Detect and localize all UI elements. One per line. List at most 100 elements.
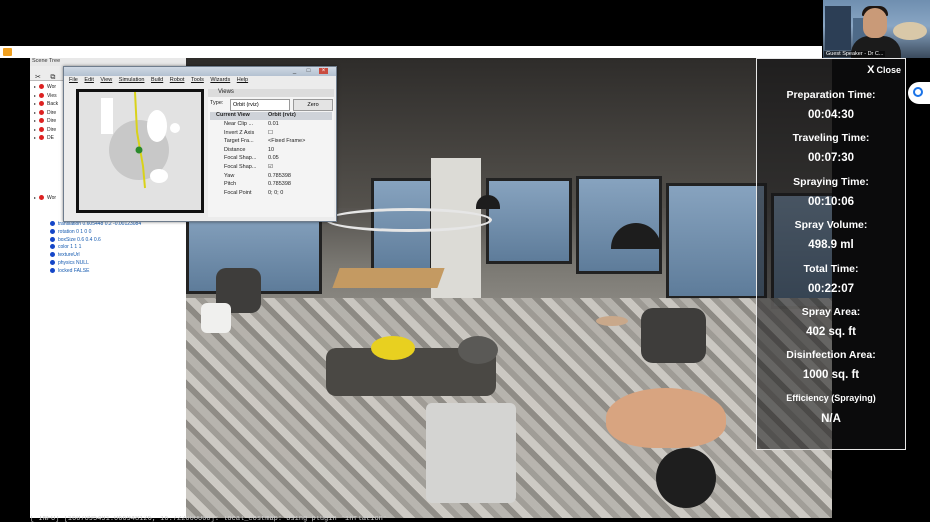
rviz-window[interactable]: _ □ × File Edit View Simulation Build Ro… [63, 66, 337, 222]
node-dot-icon [39, 126, 44, 132]
node-label: Dire [47, 109, 57, 116]
webcam-background-building [825, 6, 851, 50]
console-log-line: [ INFO] [1607095491.066948126, 16.722000… [30, 516, 388, 522]
node-label: DE [47, 135, 54, 141]
node-dot-icon [39, 109, 44, 115]
scene-tree-title: Scene Tree [30, 58, 186, 66]
screen-share-edge-button[interactable] [908, 82, 930, 104]
node-label: Vies [47, 92, 57, 99]
property-dot-icon [50, 260, 55, 265]
menu-robot[interactable]: Robot [170, 77, 185, 83]
property-text: rotation 0 1 0 0 [58, 228, 92, 235]
metrics-overlay: X Close Preparation Time: 00:04:30 Travelin… [756, 58, 906, 450]
cut-icon[interactable]: ✂ [35, 73, 41, 81]
scene-tree-node[interactable]: ▸ Back [34, 101, 58, 108]
metric-label: Traveling Time: [792, 132, 870, 145]
current-view-row[interactable]: Current View Orbit (rviz) [210, 112, 332, 120]
node-dot-icon [39, 92, 44, 98]
node-property[interactable]: locked FALSE [50, 267, 89, 275]
node-property[interactable]: translation 0.605448 0.2 -0.00123084 [50, 221, 141, 228]
metric-label: Spray Volume: [794, 219, 868, 232]
property-dot-icon [50, 221, 55, 226]
menu-edit[interactable]: Edit [84, 77, 93, 83]
property-dot-icon [50, 244, 55, 250]
node-property[interactable]: color 1 1 1 [50, 244, 81, 251]
rviz-menubar: File Edit View Simulation Build Robot To… [64, 77, 336, 85]
menu-tools[interactable]: Tools [191, 77, 204, 83]
property-dot-icon [50, 228, 55, 234]
metric-label: Disinfection Area: [786, 349, 876, 362]
property-value: 0.01 [268, 121, 279, 127]
scene-tree-node[interactable]: ▸ Dire [34, 126, 56, 134]
node-dot-icon [39, 84, 44, 89]
scene-tree-node[interactable]: ▸ Dire [34, 109, 57, 117]
close-overlay-button[interactable]: X Close [867, 64, 901, 76]
menu-build[interactable]: Build [151, 77, 163, 83]
minimize-button[interactable]: _ [290, 68, 299, 74]
view-property-row[interactable]: Focal Point 0; 0; 0 [210, 190, 332, 198]
scene-tree-node[interactable]: ▸ Wor [34, 84, 56, 91]
copy-icon[interactable]: ⧉ [50, 74, 55, 82]
view-property-row[interactable]: Near Clip ... 0.01 [210, 121, 332, 129]
metric-label: Efficiency (Spraying) [786, 392, 876, 403]
menu-wizards[interactable]: Wizards [210, 77, 230, 83]
menu-help[interactable]: Help [237, 77, 248, 83]
office-window [486, 178, 572, 264]
node-dot-icon [39, 101, 44, 106]
scene-tree-node[interactable]: ▸ Dire [34, 118, 56, 125]
table [332, 268, 445, 288]
webcam-thumbnail[interactable]: Guest Speaker - Dr C... [823, 0, 930, 58]
property-text: boxSize 0.6 0.4 0.6 [58, 236, 101, 243]
node-property[interactable]: boxSize 0.6 0.4 0.6 [50, 236, 101, 244]
close-window-button[interactable]: × [319, 68, 328, 74]
node-label: Dire [47, 118, 57, 124]
property-key: Focal Shap... [224, 164, 257, 170]
view-type-select[interactable]: Orbit (rviz) [230, 99, 290, 111]
metric-label: Spray Area: [801, 306, 861, 318]
view-property-row[interactable]: Focal Shap... 0.05 [210, 155, 332, 163]
coffee-table [606, 388, 726, 448]
view-property-row[interactable]: Distance 10 [210, 147, 332, 155]
property-key: Near Clip ... [224, 121, 254, 127]
scene-tree-node[interactable]: ▸ Vies [34, 92, 57, 100]
scene-tree-node[interactable]: ▸ Wor [34, 195, 56, 202]
metric-value: 402 sq. ft [806, 326, 856, 338]
node-property[interactable]: physics NULL [50, 260, 89, 267]
view-property-row[interactable]: Invert Z Axis ☐ [210, 130, 332, 138]
property-key: Target Fra... [224, 138, 254, 145]
scene-tree-node[interactable]: ▸ DE [34, 135, 54, 142]
rviz-map-view[interactable] [76, 89, 204, 213]
metric-value: 00:07:30 [807, 152, 855, 165]
menu-simulation[interactable]: Simulation [119, 77, 145, 83]
property-key: Focal Shap... [224, 155, 257, 162]
app-icon[interactable] [3, 48, 12, 56]
metric-value: 00:10:06 [807, 195, 855, 208]
metric-label: Total Time: [803, 262, 859, 275]
menu-file[interactable]: File [69, 77, 78, 83]
office-window [576, 176, 662, 274]
property-value: 10 [268, 146, 275, 153]
property-value: Orbit (rviz) [268, 112, 296, 118]
property-text: textureUrl [58, 252, 80, 259]
property-key: Yaw [224, 172, 235, 179]
node-dot-icon [39, 118, 44, 123]
property-dot-icon [50, 236, 55, 242]
metric-value: 498.9 ml [808, 239, 854, 252]
type-label: Type: [210, 100, 224, 106]
maximize-button[interactable]: □ [304, 68, 313, 74]
round-light-fixture [326, 208, 492, 232]
node-property[interactable]: textureUrl [50, 252, 80, 259]
view-property-row[interactable]: Yaw 0.785398 [210, 173, 332, 181]
zero-button[interactable]: Zero [293, 99, 333, 111]
view-property-row[interactable]: Target Fra... <Fixed Frame> [210, 138, 332, 146]
property-value: 0.785398 [268, 172, 291, 179]
menu-view[interactable]: View [100, 77, 112, 83]
view-property-row[interactable]: Pitch 0.785398 [210, 181, 332, 189]
view-property-row[interactable]: Focal Shap... ☑ [210, 164, 332, 172]
node-property[interactable]: rotation 0 1 0 0 [50, 228, 92, 236]
property-key: Invert Z Axis [224, 129, 255, 136]
node-dot-icon [39, 135, 44, 140]
office-window [666, 183, 767, 299]
yellow-pouf [371, 336, 415, 360]
views-panel-title: Views [208, 89, 334, 97]
